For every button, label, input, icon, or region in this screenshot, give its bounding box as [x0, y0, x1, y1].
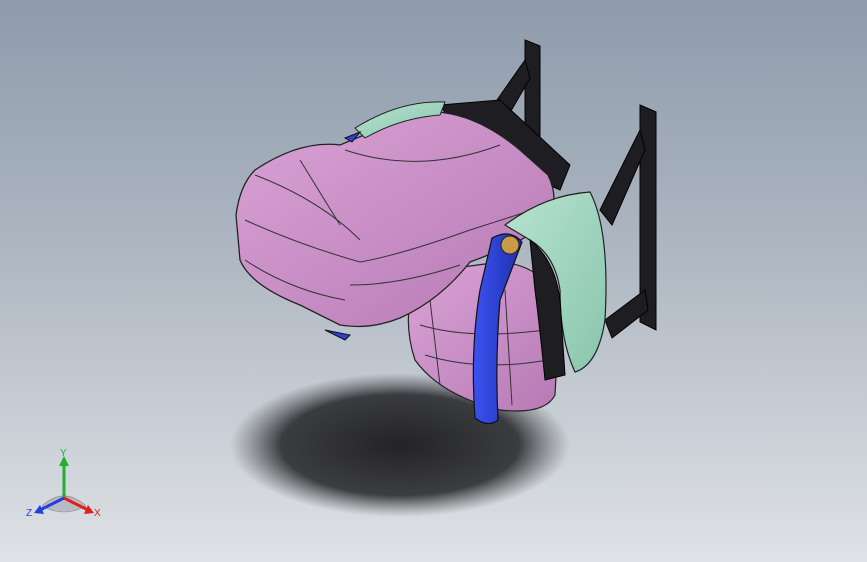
- y-axis-label: Y: [60, 448, 67, 459]
- seat-model[interactable]: [0, 0, 867, 562]
- 3d-viewport[interactable]: Y X Z: [0, 0, 867, 562]
- view-orientation-triad[interactable]: Y X Z: [22, 448, 108, 524]
- recliner-pivot[interactable]: [500, 235, 520, 255]
- x-axis-label: X: [94, 508, 101, 519]
- z-axis-label: Z: [26, 508, 32, 519]
